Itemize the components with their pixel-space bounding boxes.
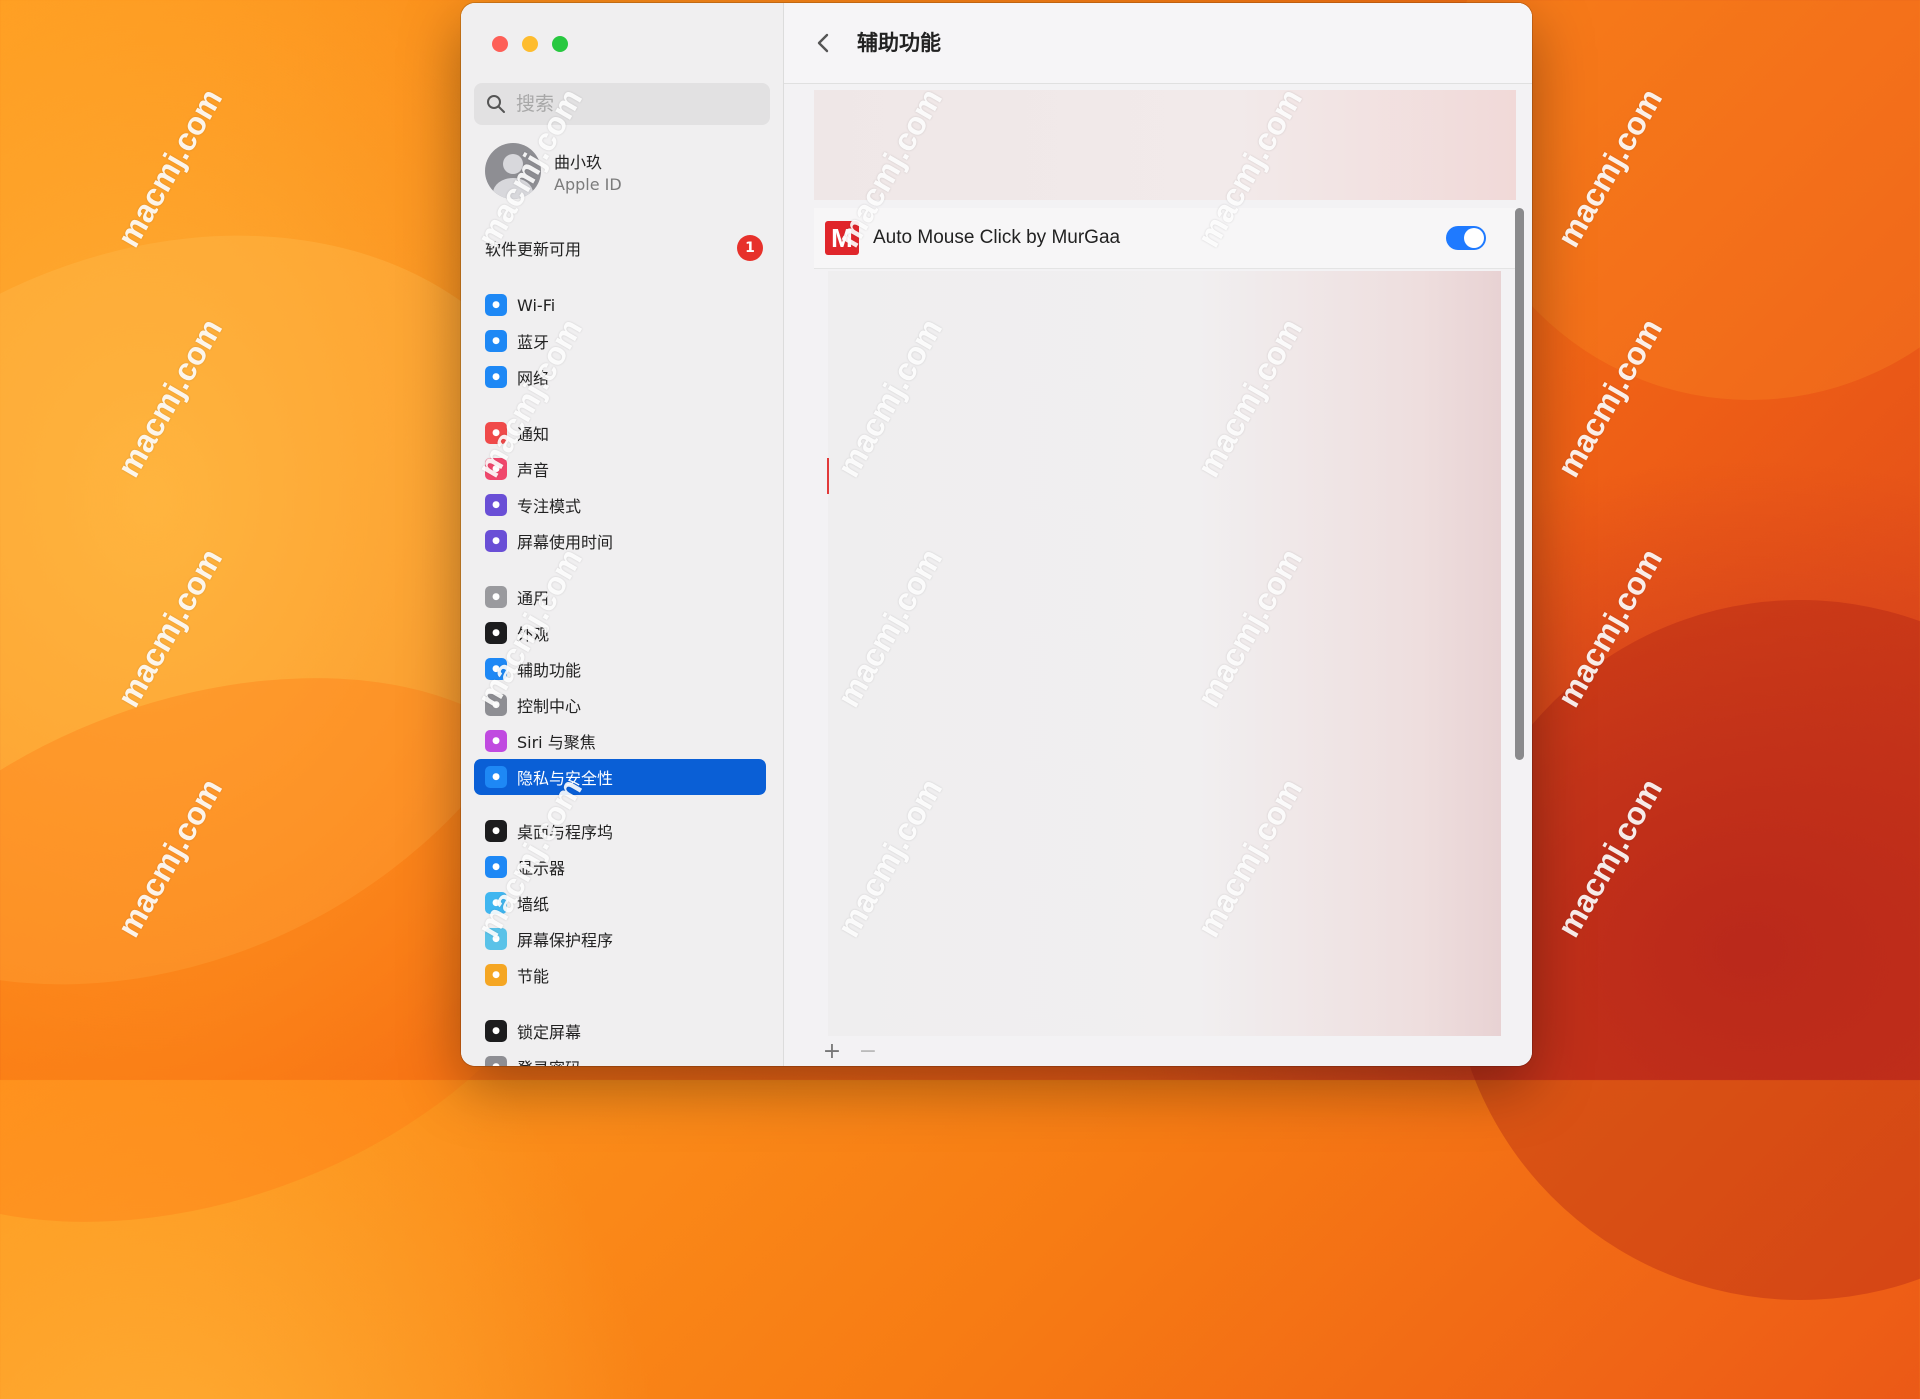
speaker-icon: ● [485, 458, 507, 480]
sidebar-item-wifi[interactable]: ● Wi-Fi [474, 287, 766, 323]
settings-window: 曲小玖 Apple ID 软件更新可用 1 ● Wi-Fi ● 蓝牙 ● 网络 ● 通知 ● 声音… [461, 3, 1532, 1066]
toolbar: 辅助功能 [784, 3, 1532, 84]
add-button[interactable]: + [814, 1039, 850, 1064]
sidebar-item-key[interactable]: ● 登录密码 [474, 1049, 766, 1066]
sidebar-item-label: 显示器 [517, 859, 566, 878]
list-controls: + − [814, 1036, 1516, 1066]
sidebar-item-label: 网络 [517, 369, 550, 388]
sidebar-item-label: 隐私与安全性 [517, 769, 614, 788]
account-name: 曲小玖 [554, 152, 603, 172]
watermark-text: macmj.com [1550, 772, 1670, 943]
dock-icon: ● [485, 820, 507, 842]
blurred-header-panel [814, 90, 1516, 200]
sidebar-item-screensaver[interactable]: ● 屏幕保护程序 [474, 921, 766, 957]
app-list-area [828, 271, 1501, 1036]
scrollbar[interactable] [1515, 208, 1524, 760]
key-icon: ● [485, 1056, 507, 1066]
close-button[interactable] [492, 36, 508, 52]
search-input[interactable] [514, 92, 758, 116]
search-icon [487, 95, 505, 113]
siri-icon: ● [485, 730, 507, 752]
sidebar-item-moon[interactable]: ● 专注模式 [474, 487, 766, 523]
sidebar-item-label: 蓝牙 [517, 333, 550, 352]
update-label: 软件更新可用 [485, 240, 582, 259]
sidebar-item-label: 屏幕保护程序 [517, 931, 614, 950]
appearance-icon: ● [485, 622, 507, 644]
sidebar-item-display[interactable]: ● 显示器 [474, 849, 766, 885]
apple-id-account[interactable]: 曲小玖 Apple ID [485, 143, 622, 199]
main-pane: 辅助功能 M Auto Mouse Click by MurGaa + − [784, 3, 1532, 1066]
sidebar-item-lock[interactable]: ● 锁定屏幕 [474, 1013, 766, 1049]
sidebar-item-label: 屏幕使用时间 [517, 533, 614, 552]
sidebar-item-label: 桌面与程序坞 [517, 823, 614, 842]
globe-icon: ● [485, 366, 507, 388]
sidebar-item-bluetooth[interactable]: ● 蓝牙 [474, 323, 766, 359]
page-title: 辅助功能 [857, 31, 941, 55]
back-chevron-icon[interactable] [812, 31, 836, 55]
sidebar-item-label: 锁定屏幕 [517, 1023, 582, 1042]
sidebar-item-gear[interactable]: ● 通用 [474, 579, 766, 615]
moon-icon: ● [485, 494, 507, 516]
app-icon: M [825, 221, 859, 255]
watermark-text: macmj.com [1550, 312, 1670, 483]
sidebar-item-accessibility[interactable]: ● 辅助功能 [474, 651, 766, 687]
minimize-button[interactable] [522, 36, 538, 52]
watermark-text: macmj.com [1550, 542, 1670, 713]
sidebar-item-speaker[interactable]: ● 声音 [474, 451, 766, 487]
sidebar-item-label: 墙纸 [517, 895, 550, 914]
sidebar-item-globe[interactable]: ● 网络 [474, 359, 766, 395]
display-icon: ● [485, 856, 507, 878]
text-cursor [827, 458, 829, 494]
avatar [485, 143, 541, 199]
sidebar-item-label: 通知 [517, 425, 550, 444]
watermark-text: macmj.com [110, 772, 230, 943]
sidebar-item-label: 控制中心 [517, 697, 582, 716]
zoom-button[interactable] [552, 36, 568, 52]
sidebar-item-hourglass[interactable]: ● 屏幕使用时间 [474, 523, 766, 559]
sidebar-item-label: 通用 [517, 589, 550, 608]
account-subtitle: Apple ID [554, 174, 622, 194]
app-access-toggle[interactable] [1446, 226, 1486, 250]
sidebar: 曲小玖 Apple ID 软件更新可用 1 ● Wi-Fi ● 蓝牙 ● 网络 ● 通知 ● 声音… [461, 3, 784, 1066]
watermark-text: macmj.com [110, 82, 230, 253]
sidebar-item-siri[interactable]: ● Siri 与聚焦 [474, 723, 766, 759]
app-list-row[interactable]: M Auto Mouse Click by MurGaa [814, 208, 1516, 269]
watermark-text: macmj.com [110, 312, 230, 483]
sidebar-item-label: Wi-Fi [517, 295, 556, 315]
watermark-text: macmj.com [1550, 82, 1670, 253]
remove-button[interactable]: − [850, 1039, 886, 1064]
sidebar-item-label: 外观 [517, 625, 550, 644]
sidebar-item-label: 登录密码 [517, 1055, 581, 1066]
software-update-item[interactable]: 软件更新可用 1 [485, 235, 763, 261]
toggle-knob [1464, 228, 1484, 248]
control-center-icon: ● [485, 694, 507, 716]
wifi-icon: ● [485, 294, 507, 316]
bluetooth-icon: ● [485, 330, 507, 352]
screensaver-icon: ● [485, 928, 507, 950]
accessibility-icon: ● [485, 658, 507, 680]
sidebar-item-hand[interactable]: ● 隐私与安全性 [474, 759, 766, 795]
wallpaper-icon: ● [485, 892, 507, 914]
sidebar-item-appearance[interactable]: ● 外观 [474, 615, 766, 651]
sidebar-item-control-center[interactable]: ● 控制中心 [474, 687, 766, 723]
watermark-text: macmj.com [110, 542, 230, 713]
sidebar-item-wallpaper[interactable]: ● 墙纸 [474, 885, 766, 921]
hand-icon: ● [485, 766, 507, 788]
sidebar-item-bell[interactable]: ● 通知 [474, 415, 766, 451]
update-badge: 1 [737, 235, 763, 261]
bell-icon: ● [485, 422, 507, 444]
gear-icon: ● [485, 586, 507, 608]
sidebar-item-label: 专注模式 [517, 497, 582, 516]
sidebar-item-label: 声音 [517, 461, 550, 480]
search-field[interactable] [474, 83, 770, 125]
sidebar-item-dock[interactable]: ● 桌面与程序坞 [474, 813, 766, 849]
hourglass-icon: ● [485, 530, 507, 552]
sidebar-item-lightbulb[interactable]: ● 节能 [474, 957, 766, 993]
sidebar-item-label: 辅助功能 [517, 661, 582, 680]
app-name: Auto Mouse Click by MurGaa [873, 227, 1121, 248]
lock-icon: ● [485, 1020, 507, 1042]
sidebar-item-label: Siri 与聚焦 [517, 733, 596, 752]
sidebar-item-label: 节能 [517, 967, 550, 986]
lightbulb-icon: ● [485, 964, 507, 986]
